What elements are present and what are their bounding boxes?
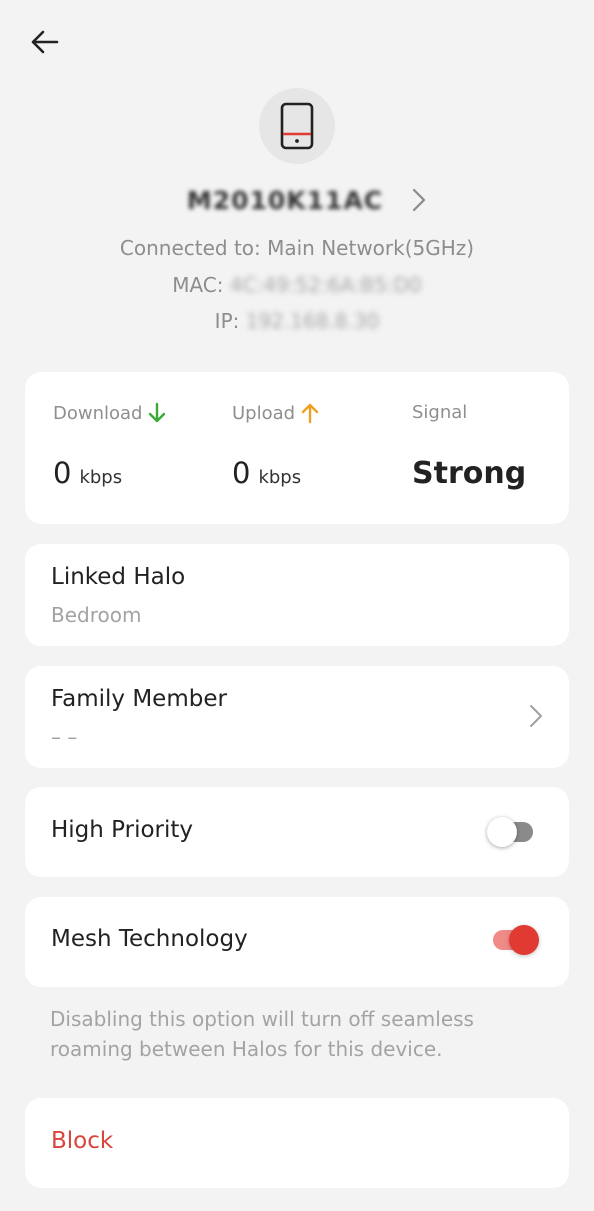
arrow-down-icon: [149, 402, 166, 423]
device-avatar: [259, 88, 335, 164]
download-stat-label: Download: [53, 402, 166, 424]
mesh-technology-note: Disabling this option will turn off seam…: [50, 1007, 474, 1061]
family-member-value: – –: [51, 725, 78, 749]
back-button[interactable]: [24, 24, 64, 60]
download-number: 0: [53, 456, 72, 490]
arrow-up-icon: [301, 403, 319, 424]
linked-halo-value: Bedroom: [51, 603, 142, 627]
device-name: M2010K11AC: [186, 185, 384, 215]
high-priority-title: High Priority: [51, 817, 194, 843]
signal-value: Strong: [412, 456, 527, 491]
upload-value: 0 kbps: [232, 456, 301, 490]
mesh-technology-card: Mesh Technology: [25, 897, 569, 987]
family-member-card[interactable]: Family Member – –: [25, 666, 569, 768]
signal-label: Signal: [412, 402, 468, 423]
toggle-knob: [487, 817, 517, 847]
upload-stat-label: Upload: [232, 402, 319, 424]
high-priority-toggle[interactable]: [487, 817, 539, 847]
mac-label: MAC:: [172, 273, 224, 297]
block-card[interactable]: Block: [25, 1098, 569, 1188]
tablet-icon: [280, 102, 314, 150]
upload-number: 0: [232, 456, 251, 490]
linked-halo-title: Linked Halo: [51, 564, 186, 590]
arrow-left-icon: [31, 30, 59, 54]
mesh-technology-toggle[interactable]: [487, 925, 539, 955]
device-name-row[interactable]: M2010K11AC: [0, 180, 594, 220]
block-button[interactable]: Block: [51, 1128, 113, 1154]
ip-label: IP:: [214, 309, 240, 333]
connected-network: Connected to: Main Network(5GHz): [119, 236, 475, 260]
mac-value: 4C:49:52:6A:B5:D0: [229, 273, 422, 297]
high-priority-card: High Priority: [25, 787, 569, 877]
upload-label: Upload: [232, 402, 296, 424]
mac-address: MAC: 4C:49:52:6A:B5:D0: [0, 273, 594, 297]
linked-halo-card: Linked Halo Bedroom: [25, 544, 569, 646]
download-unit: kbps: [79, 467, 123, 488]
download-value: 0 kbps: [53, 456, 122, 490]
download-label: Download: [53, 402, 143, 424]
mesh-technology-title: Mesh Technology: [51, 926, 248, 952]
ip-address: IP: 192.168.8.30: [0, 309, 594, 333]
chevron-right-icon: [412, 188, 426, 212]
stats-card: Download 0 kbps Upload 0 kbps Signal Stron…: [25, 372, 569, 524]
toggle-knob: [509, 925, 539, 955]
upload-unit: kbps: [258, 467, 302, 488]
ip-value: 192.168.8.30: [245, 309, 380, 333]
family-member-title: Family Member: [51, 686, 227, 712]
chevron-right-icon: [530, 705, 542, 727]
